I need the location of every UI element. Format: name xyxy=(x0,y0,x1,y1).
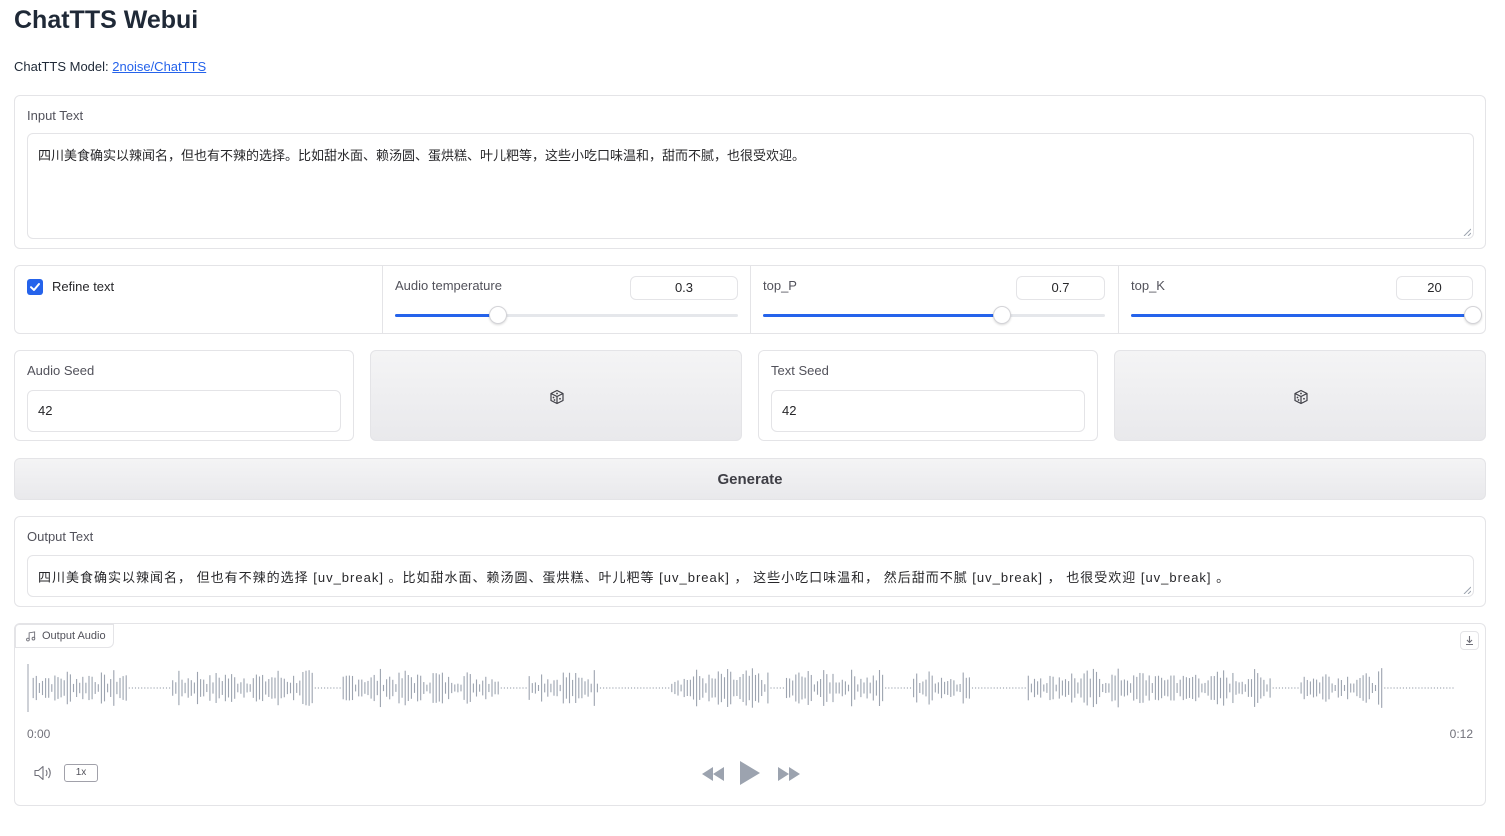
top-k-slider[interactable] xyxy=(1131,306,1482,324)
audio-temperature-thumb[interactable] xyxy=(488,306,507,324)
audio-seed-dice-button[interactable] xyxy=(370,350,742,441)
download-button[interactable] xyxy=(1460,631,1479,650)
fast-forward-icon[interactable] xyxy=(777,766,801,782)
output-text-area[interactable]: 四川美食确实以辣闻名， 但也有不辣的选择 [uv_break] 。比如甜水面、赖… xyxy=(27,555,1474,597)
top-p-input[interactable]: 0.7 xyxy=(1016,276,1105,300)
audio-seed-label: Audio Seed xyxy=(27,363,95,378)
volume-icon[interactable] xyxy=(33,764,55,782)
playback-speed-button[interactable]: 1x xyxy=(64,764,98,782)
input-text-area[interactable]: 四川美食确实以辣闻名，但也有不辣的选择。比如甜水面、赖汤圆、蛋烘糕、叶儿粑等，这… xyxy=(27,133,1474,239)
rewind-icon[interactable] xyxy=(701,766,725,782)
audio-temperature-label: Audio temperature xyxy=(395,278,502,293)
audio-seed-panel: Audio Seed 42 xyxy=(14,350,354,441)
input-text-label: Input Text xyxy=(27,108,84,123)
time-end: 0:12 xyxy=(1449,727,1473,741)
text-seed-label: Text Seed xyxy=(771,363,829,378)
download-icon xyxy=(1466,636,1473,646)
top-k-thumb[interactable] xyxy=(1464,306,1482,324)
refine-text-checkbox[interactable] xyxy=(27,279,43,295)
top-p-slider[interactable] xyxy=(763,306,1105,324)
audio-seed-input[interactable]: 42 xyxy=(27,390,341,432)
dice-icon xyxy=(1294,389,1308,405)
audio-waveform[interactable] xyxy=(27,658,1457,718)
top-p-thumb[interactable] xyxy=(993,306,1012,324)
input-text-value: 四川美食确实以辣闻名，但也有不辣的选择。比如甜水面、赖汤圆、蛋烘糕、叶儿粑等，这… xyxy=(38,148,806,163)
checkmark-icon xyxy=(30,283,40,291)
time-start: 0:00 xyxy=(27,727,51,741)
output-text-value: 四川美食确实以辣闻名， 但也有不辣的选择 [uv_break] 。比如甜水面、赖… xyxy=(38,570,1231,585)
generate-label: Generate xyxy=(717,471,783,488)
music-icon xyxy=(26,631,36,642)
audio-temperature-slider[interactable] xyxy=(395,306,738,324)
page-title: ChatTTS Webui xyxy=(14,6,199,34)
dice-icon xyxy=(550,389,564,405)
text-seed-input[interactable]: 42 xyxy=(771,390,1085,432)
model-label: ChatTTS Model: xyxy=(14,59,113,74)
audio-temperature-input[interactable]: 0.3 xyxy=(630,276,738,300)
input-text-panel: Input Text 四川美食确实以辣闻名，但也有不辣的选择。比如甜水面、赖汤圆… xyxy=(14,95,1486,249)
controls-panel: Refine text Audio temperature 0.3 top_P … xyxy=(14,265,1486,334)
output-text-label: Output Text xyxy=(27,529,94,544)
top-k-label: top_K xyxy=(1131,278,1165,293)
play-icon[interactable] xyxy=(739,760,761,786)
refine-text-label: Refine text xyxy=(52,279,115,294)
generate-button[interactable]: Generate xyxy=(14,458,1486,500)
resize-handle-icon[interactable] xyxy=(1463,586,1471,594)
output-audio-label: Output Audio xyxy=(42,630,106,642)
output-audio-tag: Output Audio xyxy=(15,624,114,648)
output-audio-panel: Output Audio 0:00 0:12 1x xyxy=(14,623,1486,806)
resize-handle-icon[interactable] xyxy=(1463,228,1471,236)
model-info: ChatTTS Model: 2noise/ChatTTS xyxy=(14,59,206,74)
model-link[interactable]: 2noise/ChatTTS xyxy=(112,59,206,74)
text-seed-dice-button[interactable] xyxy=(1114,350,1486,441)
text-seed-panel: Text Seed 42 xyxy=(758,350,1098,441)
top-k-input[interactable]: 20 xyxy=(1396,276,1473,300)
top-p-label: top_P xyxy=(763,278,797,293)
output-text-panel: Output Text 四川美食确实以辣闻名， 但也有不辣的选择 [uv_bre… xyxy=(14,516,1486,607)
